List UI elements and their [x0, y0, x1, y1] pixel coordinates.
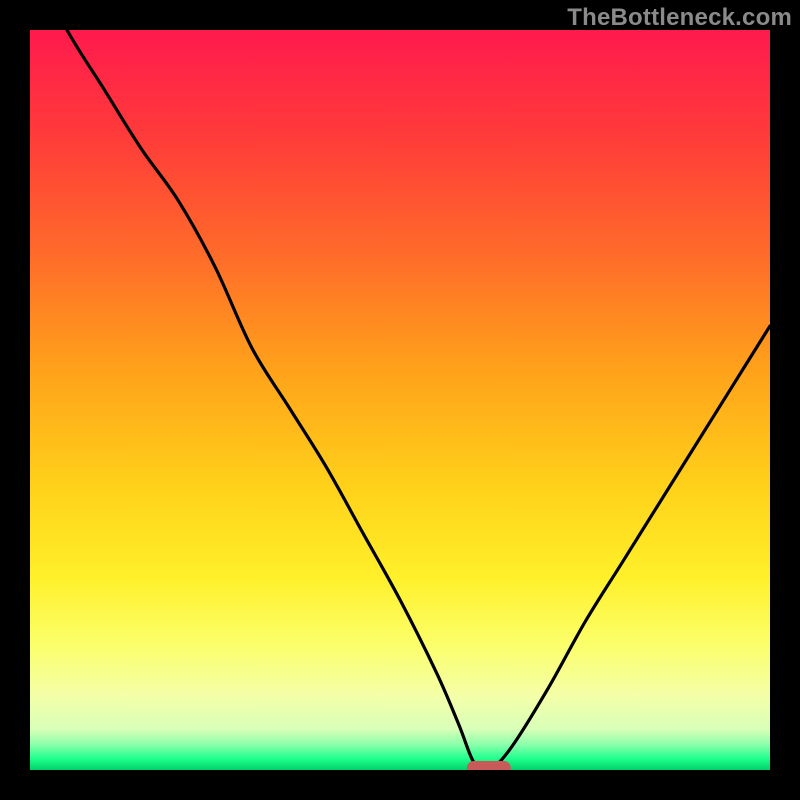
chart-frame: TheBottleneck.com — [0, 0, 800, 800]
optimum-marker — [467, 761, 511, 770]
watermark-text: TheBottleneck.com — [567, 4, 792, 32]
plot-area — [30, 30, 770, 770]
bottleneck-curve — [30, 30, 770, 770]
